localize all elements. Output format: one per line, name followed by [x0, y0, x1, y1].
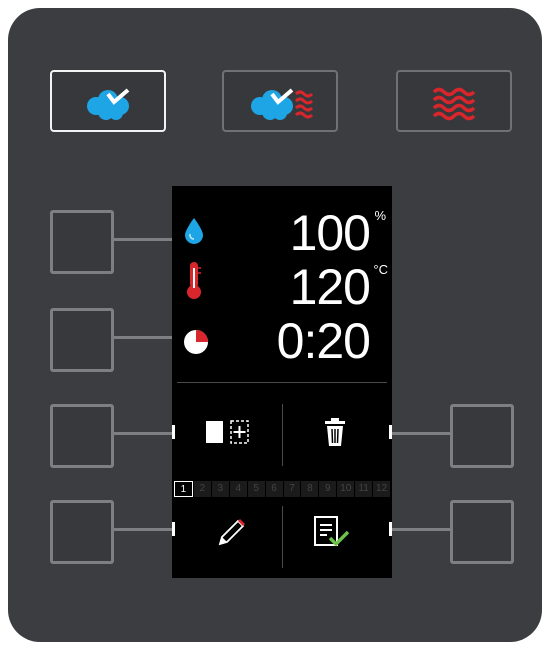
- combi-mode-button[interactable]: [222, 70, 338, 132]
- connector-line: [392, 528, 450, 531]
- control-panel: 100 % 120 °C 0:20 1 2 3 4 5 6 7 8 9 10 1…: [8, 8, 542, 642]
- step-slot[interactable]: 6: [265, 481, 283, 497]
- display-divider-vertical: [282, 506, 283, 568]
- left-tick: [172, 522, 175, 536]
- time-select-button[interactable]: [50, 308, 114, 372]
- pencil-icon[interactable]: [214, 516, 248, 550]
- step-slot[interactable]: 8: [301, 481, 319, 497]
- edit-side-button[interactable]: [50, 500, 114, 564]
- step-slot[interactable]: 9: [319, 481, 337, 497]
- left-tick: [172, 425, 175, 439]
- step-slot[interactable]: 4: [229, 481, 247, 497]
- oven-display: 100 % 120 °C 0:20 1 2 3 4 5 6 7 8 9 10 1…: [172, 186, 392, 578]
- steam-mode-button[interactable]: [50, 70, 166, 132]
- add-step-icon[interactable]: [204, 418, 256, 446]
- steam-icon: [87, 88, 130, 120]
- step-slot[interactable]: 1: [174, 481, 193, 497]
- display-divider-vertical: [282, 404, 283, 466]
- temperature-value: 120: [289, 259, 371, 315]
- step-slot[interactable]: 11: [355, 481, 373, 497]
- connector-line: [114, 528, 172, 531]
- connector-line: [392, 432, 450, 435]
- humidity-value: 100: [289, 205, 371, 261]
- step-slot[interactable]: 3: [211, 481, 229, 497]
- right-tick: [389, 522, 392, 536]
- trash-icon[interactable]: [322, 416, 348, 448]
- humidity-unit: %: [374, 208, 386, 223]
- step-slot[interactable]: 12: [373, 481, 391, 497]
- water-drop-icon: [185, 218, 203, 244]
- step-slot[interactable]: 5: [247, 481, 265, 497]
- right-tick: [389, 425, 392, 439]
- steam-heat-icon: [251, 88, 314, 120]
- step-bar: 1 2 3 4 5 6 7 8 9 10 11 12: [174, 481, 391, 497]
- connector-line: [114, 238, 172, 241]
- confirm-side-button[interactable]: [450, 500, 514, 564]
- connector-line: [114, 432, 172, 435]
- hot-air-mode-button[interactable]: [396, 70, 512, 132]
- add-step-side-button[interactable]: [50, 404, 114, 468]
- temperature-unit: °C: [373, 262, 388, 277]
- display-divider: [177, 382, 387, 383]
- confirm-checklist-icon[interactable]: [312, 514, 352, 550]
- delete-side-button[interactable]: [450, 404, 514, 468]
- step-slot[interactable]: 7: [283, 481, 301, 497]
- step-slot[interactable]: 10: [337, 481, 355, 497]
- hot-air-icon: [432, 87, 476, 121]
- thermometer-icon: [187, 262, 201, 299]
- step-slot[interactable]: 2: [193, 481, 211, 497]
- timer-icon: [184, 330, 208, 354]
- connector-line: [114, 336, 172, 339]
- humidity-select-button[interactable]: [50, 210, 114, 274]
- time-value: 0:20: [276, 313, 371, 369]
